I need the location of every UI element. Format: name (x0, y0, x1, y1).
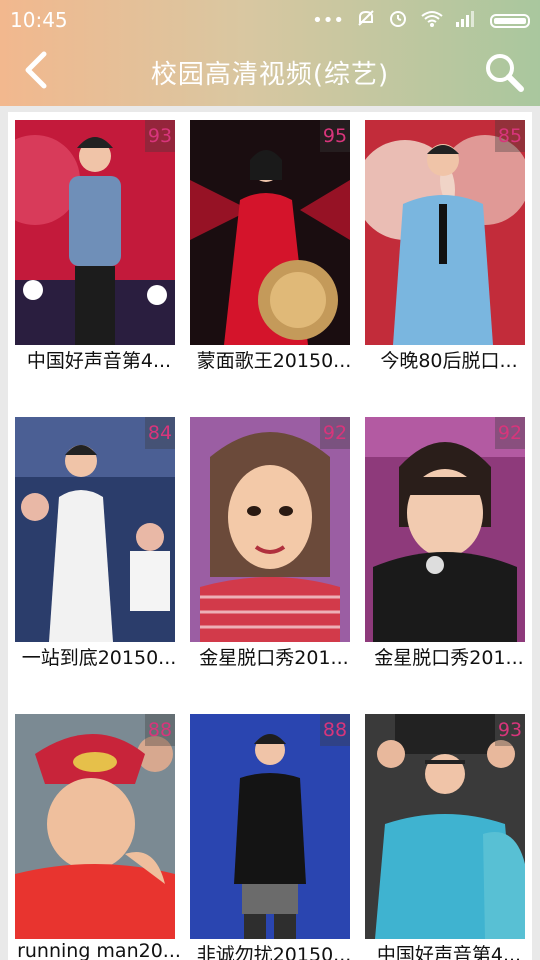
video-title: 蒙面歌王20150... (196, 350, 352, 372)
video-card[interactable]: 95 蒙面歌王20150... (190, 120, 351, 390)
video-card[interactable]: 93 中国好声音第4... (15, 120, 175, 390)
video-thumbnail (190, 120, 350, 345)
video-title: 今晚80后脱口... (380, 350, 518, 372)
video-card[interactable]: 93 中国好声音第4... (365, 714, 525, 960)
wifi-icon (420, 8, 444, 33)
rating-badge: 88 (320, 714, 350, 746)
video-title: 一站到底20150... (21, 647, 177, 669)
video-card[interactable]: 92 金星脱口秀201... (365, 417, 525, 687)
video-thumbnail (15, 714, 175, 939)
status-bar: 10:45 ••• (0, 0, 540, 38)
video-title: 金星脱口秀201... (199, 647, 349, 669)
video-card[interactable]: 88 非诚勿扰20150... (190, 714, 351, 960)
alarm-icon (388, 8, 408, 33)
video-thumbnail (365, 714, 525, 939)
video-thumbnail (15, 120, 175, 345)
mute-icon (356, 8, 376, 33)
video-thumbnail (365, 417, 525, 642)
video-thumbnail (15, 417, 175, 642)
video-thumbnail (190, 417, 350, 642)
video-card[interactable]: 92 金星脱口秀201... (190, 417, 350, 687)
video-grid-container: 93 中国好声音第4... 95 蒙面歌王20150... 85 今晚80后脱口… (8, 112, 532, 960)
page-title: 校园高清视频(综艺) (150, 60, 390, 90)
rating-badge: 84 (145, 417, 175, 449)
header-background: 10:45 ••• 校园高清视频(综艺) (0, 0, 540, 106)
video-thumbnail (365, 120, 525, 345)
rating-badge: 92 (320, 417, 350, 449)
rating-badge: 93 (495, 714, 525, 746)
video-title: 中国好声音第4... (26, 350, 172, 372)
status-time: 10:45 (10, 8, 68, 32)
rating-badge: 88 (145, 714, 175, 746)
video-card[interactable]: 88 running man20... (15, 714, 181, 960)
rating-badge: 92 (495, 417, 525, 449)
rating-badge: 93 (145, 120, 175, 152)
video-card[interactable]: 84 一站到底20150... (15, 417, 176, 687)
video-title: 非诚勿扰20150... (196, 944, 352, 960)
battery-icon (490, 13, 530, 28)
video-thumbnail (190, 714, 350, 939)
dots-icon: ••• (312, 9, 344, 31)
status-icons: ••• (312, 8, 530, 33)
video-card[interactable]: 85 今晚80后脱口... (365, 120, 525, 390)
rating-badge: 95 (320, 120, 350, 152)
rating-badge: 85 (495, 120, 525, 152)
search-button[interactable] (480, 48, 528, 96)
app-bar: 校园高清视频(综艺) (0, 38, 540, 106)
video-title: 中国好声音第4... (376, 944, 522, 960)
signal-icon (456, 9, 478, 32)
search-icon (486, 54, 524, 92)
video-title: 金星脱口秀201... (374, 647, 524, 669)
video-title: running man20... (17, 940, 181, 960)
